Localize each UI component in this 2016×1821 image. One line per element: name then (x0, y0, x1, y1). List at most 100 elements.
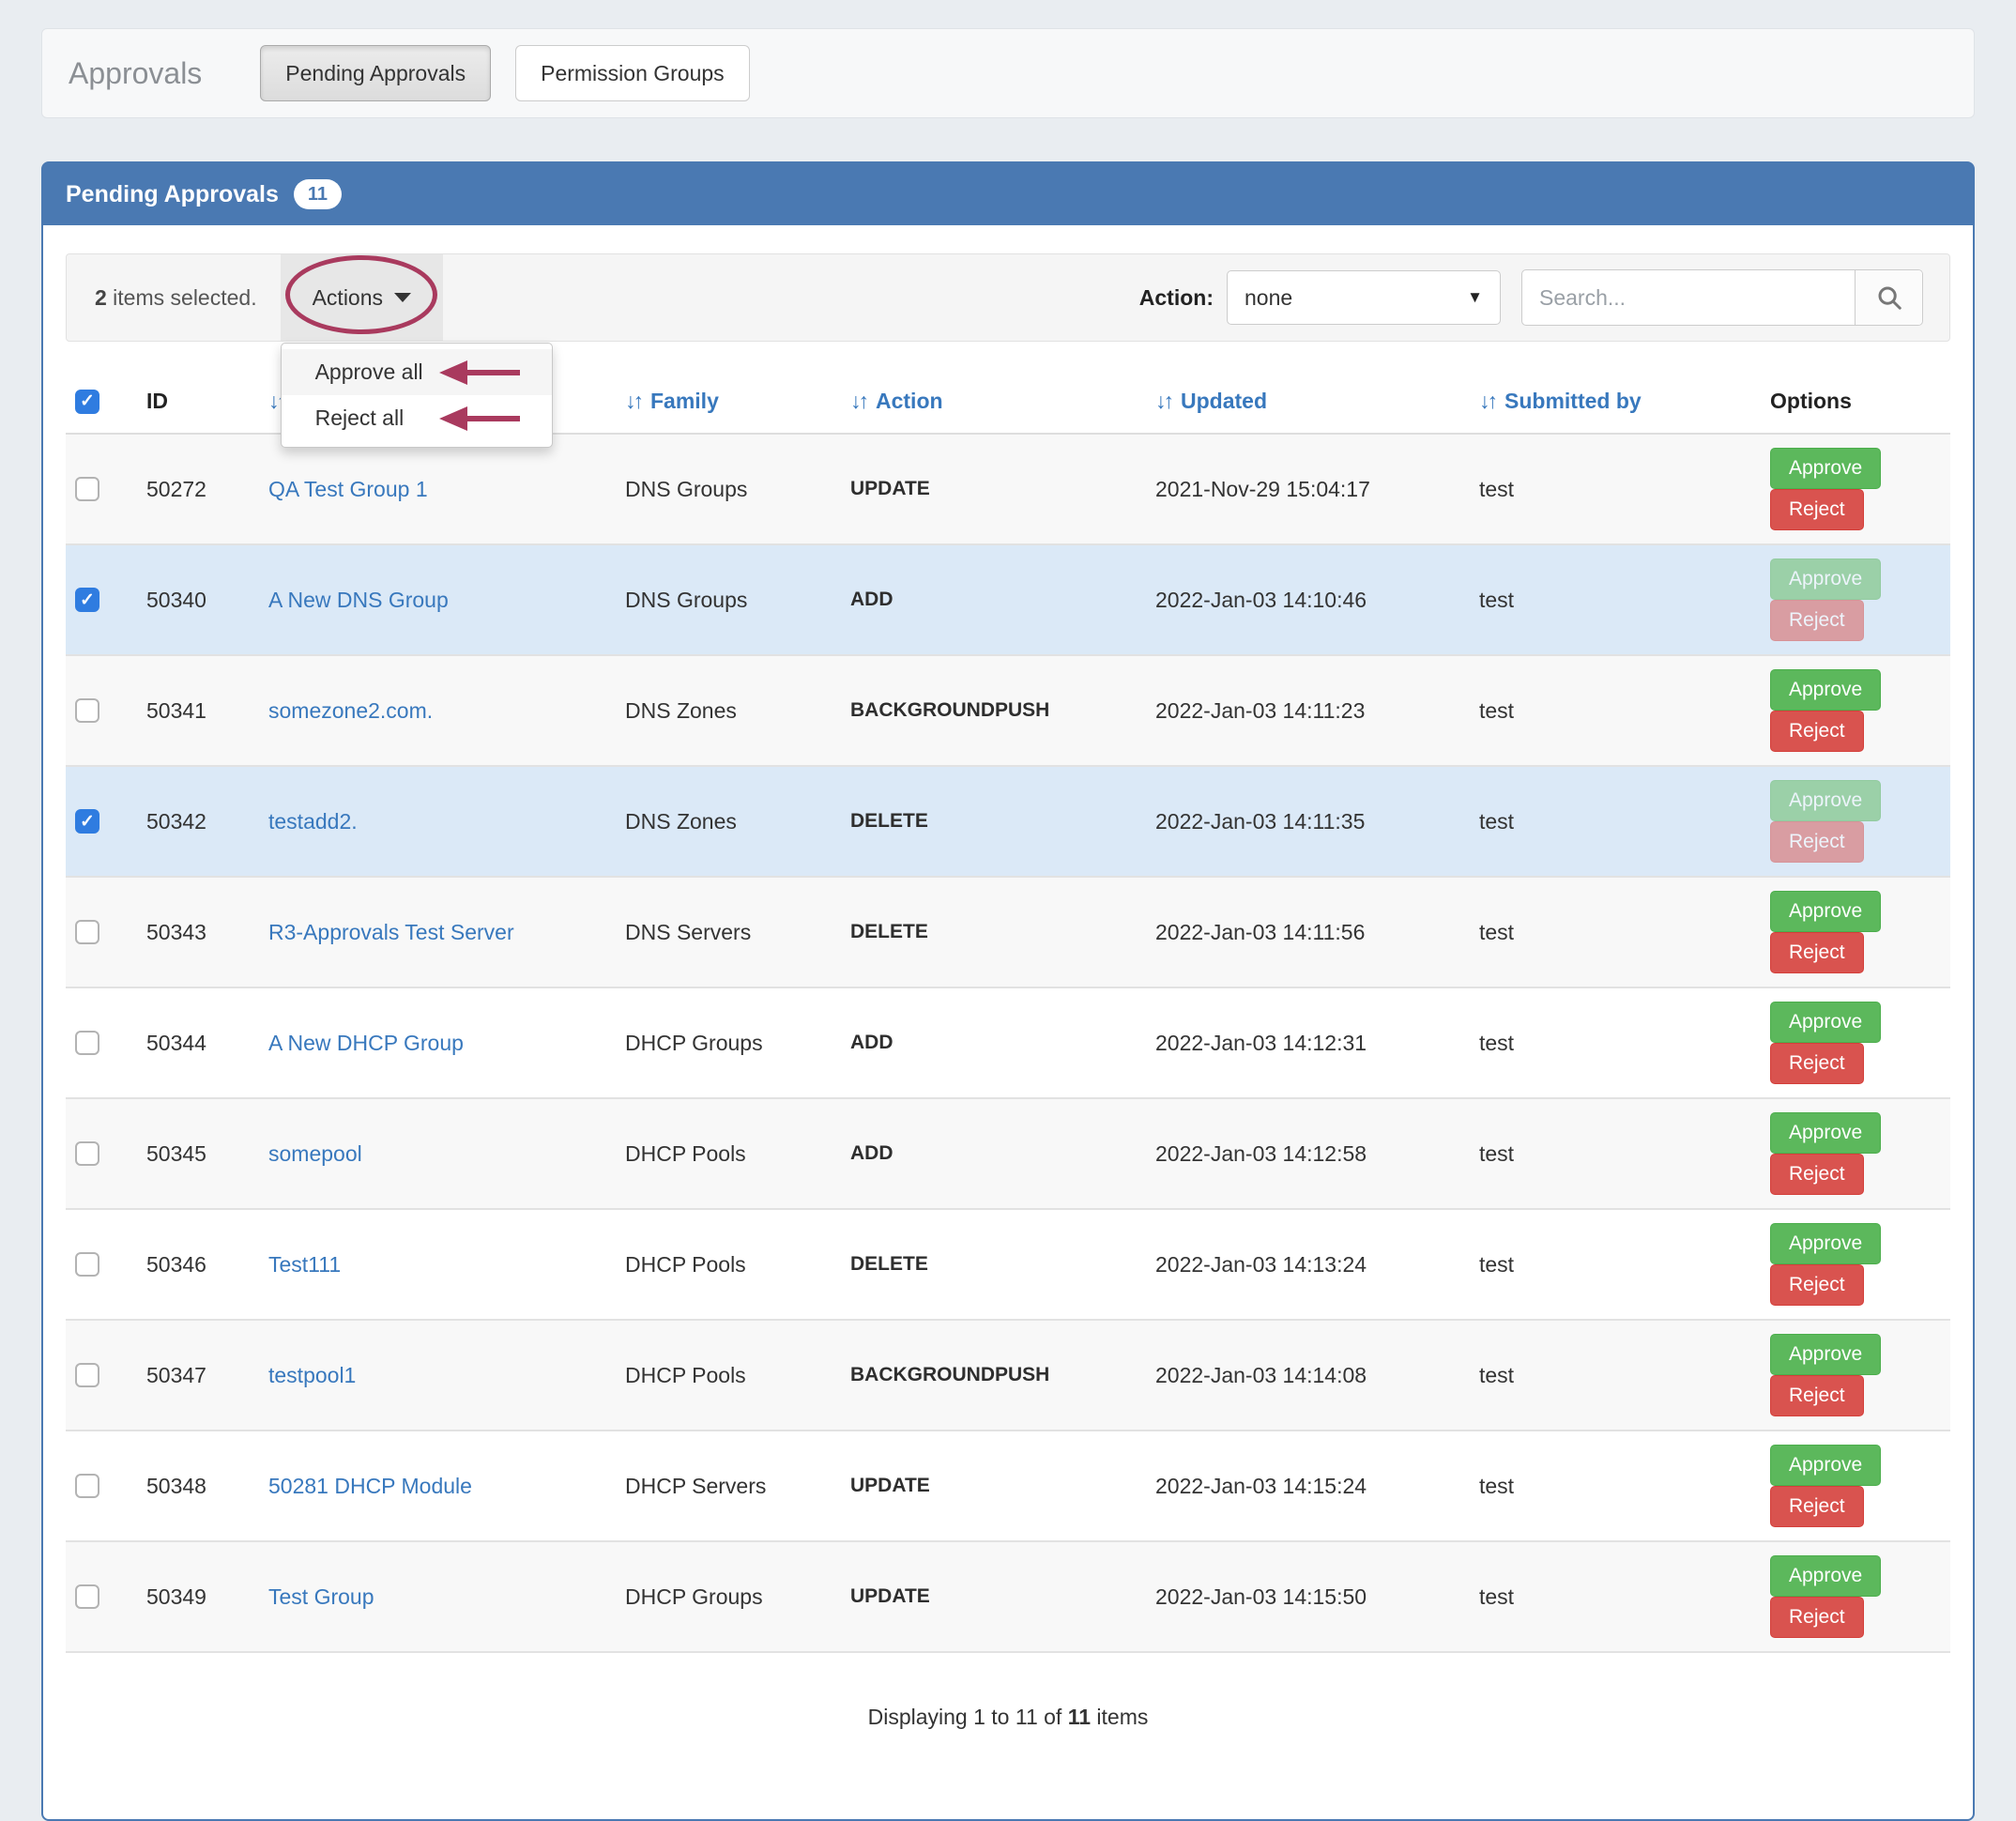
row-name-link[interactable]: A New DNS Group (268, 588, 449, 612)
row-id: 50349 (146, 1584, 206, 1609)
row-checkbox[interactable] (75, 1474, 99, 1498)
row-action: DELETE (850, 1253, 928, 1275)
arrow-head (439, 406, 467, 431)
approve-button[interactable]: Approve (1770, 559, 1881, 600)
reject-button[interactable]: Reject (1770, 1375, 1864, 1416)
row-updated: 2022-Jan-03 14:14:08 (1155, 1363, 1367, 1387)
row-action: UPDATE (850, 478, 930, 499)
row-updated: 2022-Jan-03 14:12:31 (1155, 1031, 1367, 1055)
row-checkbox[interactable] (75, 1031, 99, 1055)
reject-button[interactable]: Reject (1770, 932, 1864, 973)
row-checkbox[interactable] (75, 698, 99, 723)
column-header-family[interactable]: ↓↑ Family (616, 370, 841, 434)
row-name-link[interactable]: testadd2. (268, 809, 358, 834)
table-row: 50347testpool1DHCP PoolsBACKGROUNDPUSH20… (66, 1320, 1950, 1431)
action-select[interactable]: none ▼ (1227, 270, 1501, 325)
actions-dropdown-button[interactable]: Actions Approve all Reject all (281, 254, 443, 341)
row-checkbox[interactable] (75, 1584, 99, 1609)
select-all-checkbox[interactable]: ✓ (75, 390, 99, 414)
approve-button[interactable]: Approve (1770, 780, 1881, 821)
pending-approvals-panel: Pending Approvals 11 2 items selected. A… (41, 161, 1975, 1821)
row-submitted-by: test (1479, 1141, 1514, 1166)
approve-button[interactable]: Approve (1770, 1445, 1881, 1486)
row-checkbox[interactable]: ✓ (75, 809, 99, 834)
row-name-link[interactable]: 50281 DHCP Module (268, 1474, 472, 1498)
row-checkbox[interactable]: ✓ (75, 588, 99, 612)
pending-approvals-table: ✓ ID↓↑Name↓↑Family↓↑Action↓↑Updated↓↑Sub… (66, 370, 1950, 1653)
row-name-link[interactable]: QA Test Group 1 (268, 477, 428, 501)
approve-button[interactable]: Approve (1770, 1555, 1881, 1597)
row-name-link[interactable]: somezone2.com. (268, 698, 433, 723)
approve-button[interactable]: Approve (1770, 1223, 1881, 1264)
summary-total: 11 (1068, 1705, 1091, 1729)
reject-button[interactable]: Reject (1770, 489, 1864, 530)
search-input[interactable] (1522, 270, 1855, 325)
row-action: UPDATE (850, 1585, 930, 1607)
reject-button[interactable]: Reject (1770, 1154, 1864, 1195)
row-name-link[interactable]: R3-Approvals Test Server (268, 920, 514, 944)
pagination-summary: Displaying 1 to 11 of 11 items (66, 1653, 1950, 1819)
column-header-updated[interactable]: ↓↑Updated (1146, 370, 1470, 434)
approve-button[interactable]: Approve (1770, 1334, 1881, 1375)
column-header-submitted-by[interactable]: ↓↑Submitted by (1470, 370, 1761, 434)
row-name-link[interactable]: testpool1 (268, 1363, 356, 1387)
reject-button[interactable]: Reject (1770, 821, 1864, 863)
chevron-down-icon (394, 293, 411, 302)
column-label: Action (876, 389, 943, 413)
reject-button[interactable]: Reject (1770, 1597, 1864, 1638)
row-checkbox[interactable] (75, 1141, 99, 1166)
row-id: 50347 (146, 1363, 206, 1387)
sort-icon: ↓↑ (625, 389, 641, 413)
row-action: BACKGROUNDPUSH (850, 699, 1049, 721)
selected-items-text: 2 items selected. (95, 285, 257, 311)
row-action: ADD (850, 1142, 893, 1164)
approve-button[interactable]: Approve (1770, 448, 1881, 489)
row-submitted-by: test (1479, 1584, 1514, 1609)
reject-button[interactable]: Reject (1770, 600, 1864, 641)
tab-pending-approvals[interactable]: Pending Approvals (260, 45, 491, 101)
approve-button[interactable]: Approve (1770, 1002, 1881, 1043)
toolbar-right: Action: none ▼ (1139, 269, 1923, 326)
sort-icon: ↓↑ (1155, 389, 1171, 413)
row-name-link[interactable]: somepool (268, 1141, 362, 1166)
table-row: 50349Test GroupDHCP GroupsUPDATE2022-Jan… (66, 1541, 1950, 1652)
column-header-action[interactable]: ↓↑Action (841, 370, 1146, 434)
approve-button[interactable]: Approve (1770, 891, 1881, 932)
approve-button[interactable]: Approve (1770, 1112, 1881, 1154)
table-row: ✓50340A New DNS GroupDNS GroupsADD2022-J… (66, 544, 1950, 655)
menu-item-approve-all[interactable]: Approve all (282, 349, 552, 395)
table-toolbar: 2 items selected. Actions Approve all Re… (66, 253, 1950, 342)
arrow-head (439, 360, 467, 385)
column-label: Family (650, 389, 719, 413)
row-submitted-by: test (1479, 1363, 1514, 1387)
panel-body: 2 items selected. Actions Approve all Re… (43, 225, 1973, 1819)
page-title: Approvals (69, 56, 202, 91)
row-family: DHCP Groups (625, 1584, 763, 1609)
menu-item-reject-all[interactable]: Reject all (282, 395, 552, 441)
column-label: Submitted by (1504, 389, 1642, 413)
row-name-link[interactable]: Test Group (268, 1584, 374, 1609)
row-action: BACKGROUNDPUSH (850, 1364, 1049, 1385)
row-checkbox[interactable] (75, 920, 99, 944)
row-name-link[interactable]: A New DHCP Group (268, 1031, 464, 1055)
row-id: 50348 (146, 1474, 206, 1498)
row-checkbox[interactable] (75, 1363, 99, 1387)
row-updated: 2022-Jan-03 14:12:58 (1155, 1141, 1367, 1166)
row-checkbox[interactable] (75, 477, 99, 501)
row-checkbox[interactable] (75, 1252, 99, 1277)
row-family: DNS Zones (625, 698, 737, 723)
reject-button[interactable]: Reject (1770, 1486, 1864, 1527)
reject-button[interactable]: Reject (1770, 1043, 1864, 1084)
reject-button[interactable]: Reject (1770, 1264, 1864, 1306)
search-button[interactable] (1855, 270, 1922, 325)
row-updated: 2022-Jan-03 14:13:24 (1155, 1252, 1367, 1277)
table-row: 50345somepoolDHCP PoolsADD2022-Jan-03 14… (66, 1098, 1950, 1209)
row-action: DELETE (850, 921, 928, 942)
reject-button[interactable]: Reject (1770, 711, 1864, 752)
approve-button[interactable]: Approve (1770, 669, 1881, 711)
row-name-link[interactable]: Test111 (268, 1252, 341, 1277)
tab-permission-groups[interactable]: Permission Groups (515, 45, 750, 101)
annotation-arrow-icon (439, 360, 520, 385)
row-submitted-by: test (1479, 477, 1514, 501)
table-row: 50344A New DHCP GroupDHCP GroupsADD2022-… (66, 987, 1950, 1098)
